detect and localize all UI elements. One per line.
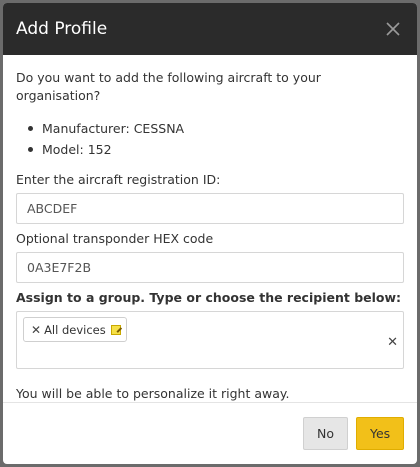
- group-recipient-input[interactable]: ✕ All devices ✕: [16, 311, 404, 369]
- registration-label: Enter the aircraft registration ID:: [16, 172, 221, 187]
- group-tag: ✕ All devices: [23, 317, 127, 342]
- clear-icon[interactable]: ✕: [387, 335, 398, 350]
- no-button[interactable]: No: [303, 417, 348, 450]
- dialog-footer: No Yes: [3, 402, 417, 464]
- group-tag-label: All devices: [44, 322, 106, 337]
- registration-input[interactable]: [16, 193, 404, 224]
- detail-model: Model: 152: [28, 139, 404, 160]
- detail-text: Manufacturer: CESSNA: [42, 121, 185, 136]
- yes-button[interactable]: Yes: [356, 417, 404, 450]
- close-icon: [386, 22, 400, 36]
- dialog-header: Add Profile: [3, 3, 417, 55]
- transponder-label: Optional transponder HEX code: [16, 231, 214, 246]
- dialog-body: Do you want to add the following aircraf…: [3, 55, 417, 403]
- detail-text: Model: 152: [42, 142, 112, 157]
- add-profile-dialog: Add Profile Do you want to add the follo…: [3, 3, 417, 464]
- transponder-input[interactable]: [16, 252, 404, 283]
- group-label: Assign to a group. Type or choose the re…: [16, 290, 402, 305]
- aircraft-details-list: Manufacturer: CESSNA Model: 152: [16, 118, 404, 160]
- x-icon[interactable]: ✕: [31, 323, 41, 337]
- close-button[interactable]: [382, 18, 404, 40]
- dialog-title: Add Profile: [16, 19, 108, 39]
- personalize-note: You will be able to personalize it right…: [16, 386, 290, 401]
- bullet-icon: [28, 147, 33, 152]
- detail-manufacturer: Manufacturer: CESSNA: [28, 118, 404, 139]
- bullet-icon: [28, 126, 33, 131]
- dialog-question: Do you want to add the following aircraf…: [16, 70, 321, 103]
- edit-icon[interactable]: [110, 324, 121, 335]
